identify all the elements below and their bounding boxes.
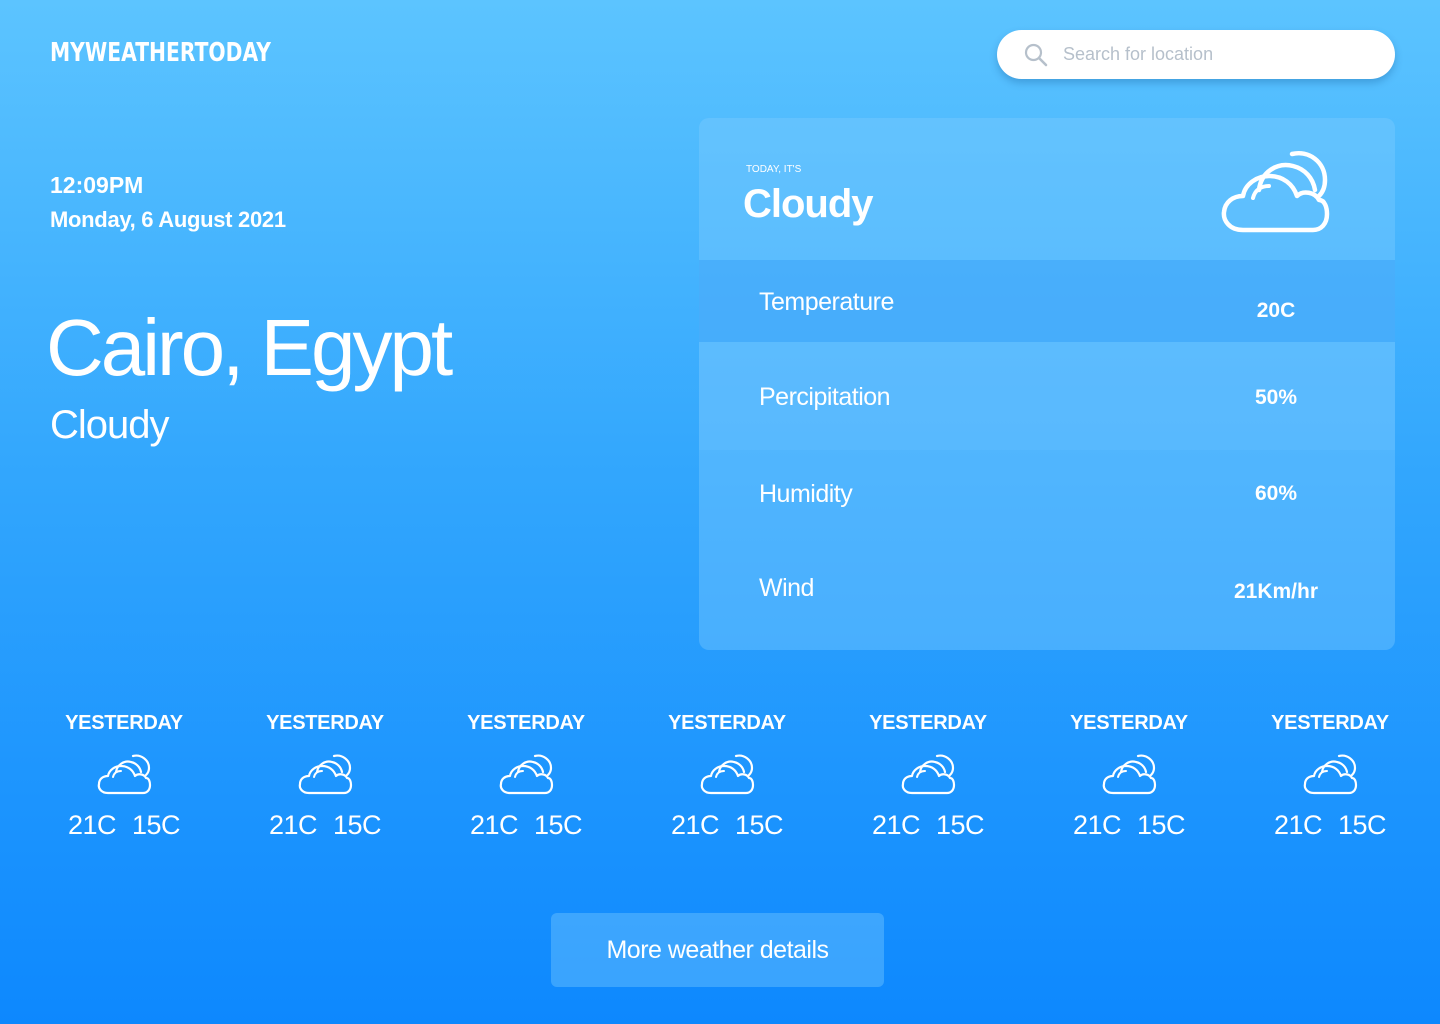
cloud-sun-icon [1102, 754, 1157, 795]
forecast-low: 15C [735, 810, 784, 840]
forecast-day-name: YESTERDAY [266, 712, 384, 734]
cloud-sun-icon [901, 754, 956, 795]
search-icon [1024, 43, 1048, 66]
forecast-low: 15C [1338, 810, 1387, 840]
forecast-low: 15C [1137, 810, 1186, 840]
forecast-day-name: YESTERDAY [668, 712, 786, 734]
app-logo[interactable]: MYWEATHERTODAY [50, 38, 271, 68]
stat-label: Temperature [759, 288, 894, 316]
forecast-high: 21C [67, 810, 117, 840]
forecast-day-name: YESTERDAY [1070, 712, 1188, 734]
forecast-high: 21C [268, 810, 318, 840]
forecast-high: 21C [1072, 810, 1122, 840]
cloud-sun-icon [499, 754, 554, 795]
today-condition: Cloudy [743, 182, 874, 226]
current-time: 12:09PM [50, 172, 144, 198]
forecast-day[interactable]: YESTERDAY 21C 15C [627, 712, 827, 841]
forecast-high: 21C [871, 810, 921, 840]
forecast-day[interactable]: YESTERDAY 21C 15C [426, 712, 626, 841]
city-name: Cairo, Egypt [46, 303, 453, 392]
forecast-high: 21C [469, 810, 519, 840]
stat-value: 21Km/hr [1233, 580, 1319, 603]
forecast-high: 21C [1273, 810, 1323, 840]
cloud-sun-icon [298, 754, 353, 795]
cloud-sun-icon [1303, 754, 1358, 795]
stat-row-percipitation: Percipitation 50% [699, 342, 1395, 450]
forecast-day-name: YESTERDAY [1271, 712, 1389, 734]
today-card-header: TODAY, IT'S Cloudy [699, 118, 1395, 260]
search-bar[interactable] [997, 30, 1395, 79]
forecast-low: 15C [534, 810, 583, 840]
current-date: Monday, 6 August 2021 [50, 207, 286, 232]
forecast-high: 21C [670, 810, 720, 840]
forecast-low: 15C [132, 810, 181, 840]
forecast-day-name: YESTERDAY [65, 712, 183, 734]
forecast-strip: YESTERDAY 21C 15C YESTERDAY 21C 15C YESTER… [24, 712, 1430, 862]
forecast-low: 15C [333, 810, 382, 840]
forecast-day-name: YESTERDAY [467, 712, 585, 734]
search-input[interactable] [1063, 44, 1363, 65]
stat-row-wind: Wind 21Km/hr [699, 450, 1395, 650]
stat-value: 50% [1254, 386, 1298, 409]
stat-value: 20C [1256, 299, 1296, 322]
forecast-day-name: YESTERDAY [869, 712, 987, 734]
more-weather-details-button[interactable]: More weather details [551, 913, 884, 987]
forecast-day[interactable]: YESTERDAY 21C 15C [1230, 712, 1430, 841]
forecast-day[interactable]: YESTERDAY 21C 15C [24, 712, 224, 841]
forecast-day[interactable]: YESTERDAY 21C 15C [1029, 712, 1229, 841]
forecast-day[interactable]: YESTERDAY 21C 15C [828, 712, 1028, 841]
cloud-sun-icon [700, 754, 755, 795]
city-condition: Cloudy [50, 403, 170, 447]
today-label: TODAY, IT'S [746, 164, 802, 175]
cloud-sun-icon [97, 754, 152, 795]
forecast-low: 15C [936, 810, 985, 840]
stat-label: Percipitation [759, 383, 891, 411]
stat-label: Wind [759, 574, 814, 602]
cloud-sun-icon [1221, 150, 1330, 233]
today-card: TODAY, IT'S Cloudy Temperature 20C Perci… [699, 118, 1395, 650]
forecast-day[interactable]: YESTERDAY 21C 15C [225, 712, 425, 841]
stat-row-temperature: Temperature 20C [699, 260, 1395, 342]
